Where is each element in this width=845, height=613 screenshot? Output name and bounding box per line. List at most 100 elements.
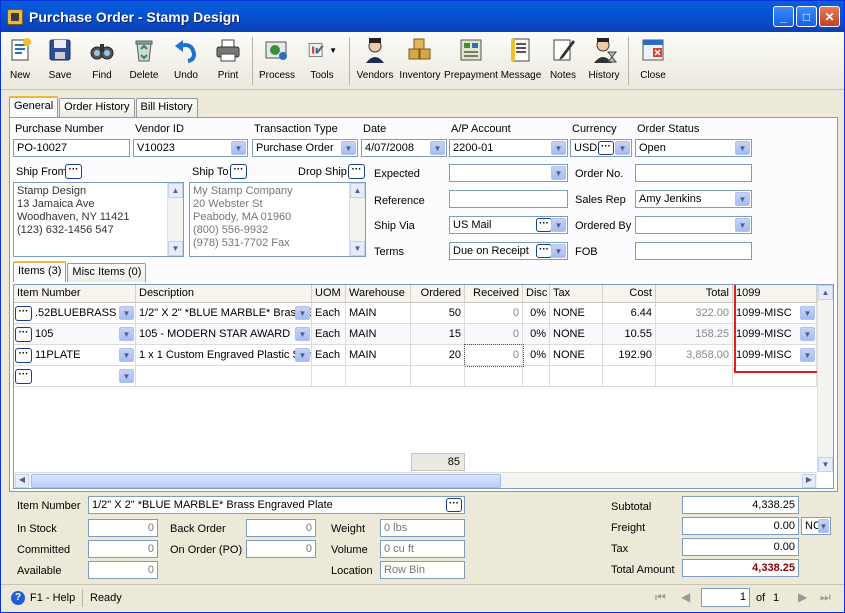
close-window-button[interactable]: ✕	[819, 6, 840, 27]
ship-via-select[interactable]: US Mail ··· ▼	[449, 216, 568, 234]
cell-total[interactable]: 158.25	[656, 324, 733, 345]
chevron-down-icon[interactable]: ▼	[735, 141, 750, 155]
cell-received[interactable]: 0	[465, 324, 523, 345]
chevron-down-icon[interactable]: ▼	[430, 141, 445, 155]
terms-select[interactable]: Due on Receipt ··· ▼	[449, 242, 568, 260]
item-lookup-icon[interactable]: ···	[15, 306, 32, 321]
delete-button[interactable]: Delete	[123, 32, 165, 88]
ship-to-lookup-button[interactable]: ···	[230, 164, 247, 179]
column-header-received[interactable]: Received	[465, 285, 523, 303]
order-status-select[interactable]: Open ▼	[635, 139, 752, 157]
ship-from-lookup-button[interactable]: ···	[65, 164, 82, 179]
prepayment-button[interactable]: Prepayment	[443, 32, 499, 88]
currency-lookup-button[interactable]: ···	[598, 141, 614, 155]
cell-total[interactable]	[656, 366, 733, 387]
ordered-by-select[interactable]: ▼	[635, 216, 752, 234]
chevron-down-icon[interactable]: ▼	[119, 369, 134, 383]
ship-from-address[interactable]: Stamp Design 13 Jamaica Ave Woodhaven, N…	[13, 182, 184, 257]
cell-total[interactable]: 3,858.00	[656, 345, 733, 366]
cell-received[interactable]	[465, 366, 523, 387]
chevron-down-icon[interactable]: ▼	[551, 218, 566, 232]
cell-received[interactable]: 0	[465, 303, 523, 324]
column-header-description[interactable]: Description	[136, 285, 312, 303]
cell-warehouse[interactable]: MAIN	[346, 303, 411, 324]
chevron-down-icon[interactable]: ▼	[119, 306, 134, 320]
chevron-down-icon[interactable]: ▼	[295, 348, 310, 362]
ap-account-select[interactable]: 2200-01 ▼	[449, 139, 568, 157]
print-button[interactable]: Print	[207, 32, 249, 88]
cell-description[interactable]: 1/2" X 2" *BLUE MARBLE* Brass En ▼	[136, 303, 312, 324]
chevron-down-icon[interactable]: ▼	[231, 141, 246, 155]
chevron-down-icon[interactable]: ▼	[551, 244, 566, 258]
item-lookup-icon[interactable]: ···	[15, 369, 32, 384]
cell-uom[interactable]	[312, 366, 346, 387]
chevron-down-icon[interactable]: ▼	[119, 348, 134, 362]
cell-uom[interactable]: Each	[312, 324, 346, 345]
column-header-uom[interactable]: UOM	[312, 285, 346, 303]
cell-disc[interactable]: 0%	[523, 303, 550, 324]
item-description-field[interactable]: 1/2" X 2" *BLUE MARBLE* Brass Engraved P…	[88, 496, 465, 514]
find-button[interactable]: Find	[81, 32, 123, 88]
column-header-disc[interactable]: Disc	[523, 285, 550, 303]
transaction-type-select[interactable]: Purchase Order ▼	[252, 139, 358, 157]
close-button[interactable]: Close	[632, 32, 674, 88]
chevron-down-icon[interactable]: ▼	[295, 306, 310, 320]
item-lookup-icon[interactable]: ···	[15, 327, 32, 342]
cell-ordered[interactable]: 20	[411, 345, 465, 366]
tab-misc-items[interactable]: Misc Items (0)	[67, 263, 147, 282]
grid-vertical-scrollbar[interactable]: ▲ ▼	[817, 285, 833, 472]
cell-disc[interactable]: 0%	[523, 345, 550, 366]
date-picker[interactable]: 4/07/2008 ▼	[361, 139, 447, 157]
first-page-icon[interactable]: ⏮	[655, 590, 666, 605]
cell-ordered[interactable]: 50	[411, 303, 465, 324]
previous-page-icon[interactable]: ◀	[681, 590, 690, 604]
column-header-total[interactable]: Total	[656, 285, 733, 303]
tab-order-history[interactable]: Order History	[59, 98, 135, 117]
drop-ship-lookup-button[interactable]: ···	[348, 164, 365, 179]
fob-field[interactable]	[635, 242, 752, 260]
item-lookup-button[interactable]: ···	[446, 498, 462, 512]
cell-ordered[interactable]: 15	[411, 324, 465, 345]
cell-item-number[interactable]: ··· ▼	[14, 366, 136, 387]
cell-disc[interactable]: 0%	[523, 324, 550, 345]
sales-rep-select[interactable]: Amy Jenkins ▼	[635, 190, 752, 208]
grid-horizontal-scrollbar[interactable]: ◀ ▶	[14, 472, 817, 488]
help-text[interactable]: F1 - Help	[30, 592, 75, 604]
cell-description[interactable]	[136, 366, 312, 387]
cell-tax[interactable]: NONE	[550, 345, 603, 366]
column-header-cost[interactable]: Cost	[603, 285, 656, 303]
cell-tax[interactable]: NONE	[550, 303, 603, 324]
reference-field[interactable]	[449, 190, 568, 208]
cell-cost[interactable]: 10.55	[603, 324, 656, 345]
page-number-field[interactable]: 1	[701, 588, 750, 607]
ship-via-lookup-button[interactable]: ···	[536, 218, 552, 232]
expected-date-select[interactable]: ▼	[449, 164, 568, 182]
help-icon[interactable]: ?	[11, 591, 25, 605]
chevron-down-icon[interactable]: ▼	[295, 327, 310, 341]
cell-uom[interactable]: Each	[312, 345, 346, 366]
freight-field[interactable]: 0.00	[682, 517, 799, 535]
order-no-field[interactable]	[635, 164, 752, 182]
tab-bill-history[interactable]: Bill History	[135, 98, 198, 117]
message-button[interactable]: Message	[499, 32, 543, 88]
cell-warehouse[interactable]: MAIN	[346, 324, 411, 345]
maximize-button[interactable]: □	[796, 6, 817, 27]
undo-button[interactable]: Undo	[165, 32, 207, 88]
new-button[interactable]: New	[1, 32, 39, 88]
cell-uom[interactable]: Each	[312, 303, 346, 324]
chevron-down-icon[interactable]: ▼	[735, 192, 750, 206]
cell-cost[interactable]: 192.90	[603, 345, 656, 366]
cell-total[interactable]: 322.00	[656, 303, 733, 324]
chevron-down-icon[interactable]: ▼	[615, 141, 630, 155]
tab-general[interactable]: General	[9, 96, 59, 117]
last-page-icon[interactable]: ⏭	[820, 590, 831, 605]
chevron-down-icon[interactable]: ▼	[551, 141, 566, 155]
chevron-down-icon[interactable]: ▼	[341, 141, 356, 155]
column-header-tax[interactable]: Tax	[550, 285, 603, 303]
chevron-down-icon[interactable]: ▼	[818, 519, 829, 533]
ship-to-address[interactable]: My Stamp Company 20 Webster St Peabody, …	[189, 182, 366, 257]
cell-cost[interactable]	[603, 366, 656, 387]
history-button[interactable]: History	[583, 32, 625, 88]
save-button[interactable]: Save	[39, 32, 81, 88]
freight-code-select[interactable]: NC ▼	[801, 517, 831, 535]
